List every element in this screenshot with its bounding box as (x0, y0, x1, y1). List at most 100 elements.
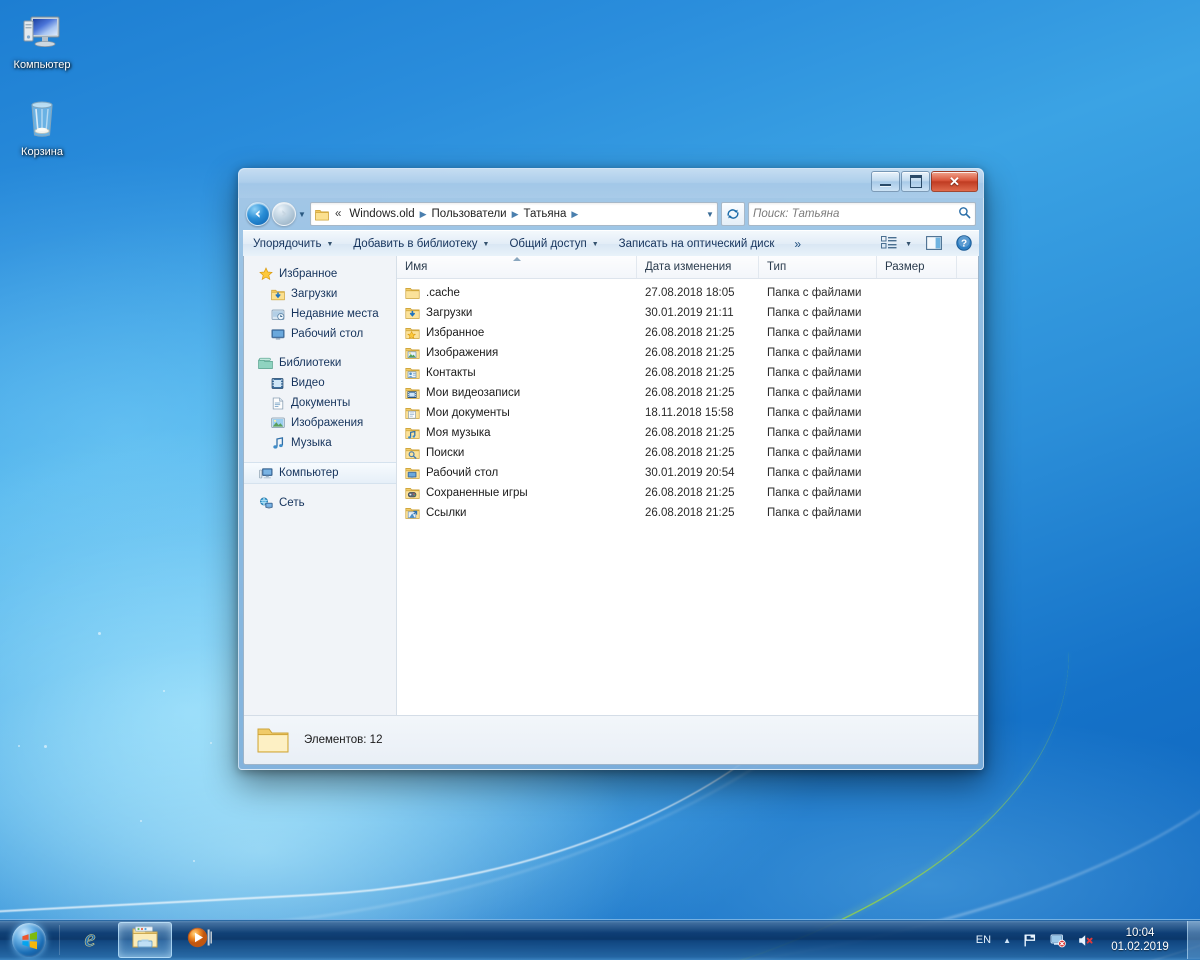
column-header-size[interactable]: Размер (877, 256, 957, 278)
file-name-cell[interactable]: Изображения (397, 346, 637, 360)
nav-group-libraries: Библиотеки Видео Документы Изображения М… (244, 353, 396, 453)
clock[interactable]: 10:04 01.02.2019 (1101, 920, 1179, 960)
sidebar-item-libraries[interactable]: Библиотеки (244, 353, 396, 373)
column-header-name[interactable]: Имя (397, 256, 637, 278)
breadcrumb-separator[interactable]: ▶ (511, 209, 520, 220)
preview-pane-icon (926, 235, 942, 253)
search-box[interactable]: Поиск: Татьяна (748, 202, 976, 226)
file-name-label: Ссылки (426, 507, 467, 519)
table-row[interactable]: .cache 27.08.2018 18:05 Папка с файлами (397, 283, 978, 303)
show-desktop-button[interactable] (1187, 921, 1200, 959)
sidebar-item-videos[interactable]: Видео (244, 373, 396, 393)
sidebar-item-documents[interactable]: Документы (244, 393, 396, 413)
address-bar[interactable]: « Windows.old ▶ Пользователи ▶ Татьяна ▶… (310, 202, 718, 226)
breadcrumb-item-1[interactable]: Пользователи (428, 207, 511, 221)
toolbar-organize-button[interactable]: Упорядочить ▼ (243, 231, 343, 257)
table-row[interactable]: Мои видеозаписи 26.08.2018 21:25 Папка с ф… (397, 383, 978, 403)
wallpaper-sparkle (18, 745, 20, 747)
file-name-cell[interactable]: Поиски (397, 446, 637, 460)
help-button[interactable]: ? (949, 231, 979, 257)
sidebar-item-music[interactable]: Музыка (244, 433, 396, 453)
toolbar-burn-button[interactable]: Записать на оптический диск (609, 231, 785, 257)
taskbar-separator (59, 925, 60, 955)
breadcrumb-item-2[interactable]: Татьяна (520, 207, 571, 221)
address-dropdown-button[interactable]: ▼ (703, 210, 717, 219)
action-center-flag-icon[interactable] (1017, 920, 1044, 960)
taskbar-media-player[interactable] (174, 923, 226, 957)
sidebar-item-network[interactable]: Сеть (244, 493, 396, 513)
taskbar[interactable]: e EN ▲ 10:04 01.02.2019 (0, 919, 1200, 960)
file-name-cell[interactable]: Мои документы (397, 406, 637, 420)
close-button[interactable]: ✕ (931, 171, 978, 192)
table-row[interactable]: Моя музыка 26.08.2018 21:25 Папка с файлам… (397, 423, 978, 443)
file-type-cell: Папка с файлами (767, 467, 862, 479)
table-row[interactable]: Контакты 26.08.2018 21:25 Папка с файлами (397, 363, 978, 383)
forward-button[interactable] (272, 202, 296, 226)
file-name-cell[interactable]: Избранное (397, 326, 637, 340)
chevron-down-icon: ▼ (591, 240, 599, 248)
table-row[interactable]: Избранное 26.08.2018 21:25 Папка с файлами (397, 323, 978, 343)
minimize-button[interactable] (871, 171, 900, 192)
network-status-icon[interactable] (1044, 920, 1072, 960)
file-name-cell[interactable]: Ссылки (397, 506, 637, 520)
table-row[interactable]: Рабочий стол 30.01.2019 20:54 Папка с файл… (397, 463, 978, 483)
table-row[interactable]: Загрузки 30.01.2019 21:11 Папка с файлами (397, 303, 978, 323)
file-name-cell[interactable]: Рабочий стол (397, 466, 637, 480)
maximize-button[interactable] (901, 171, 930, 192)
sidebar-item-computer[interactable]: Компьютер (244, 462, 396, 484)
table-row[interactable]: Сохраненные игры 26.08.2018 21:25 Папка с … (397, 483, 978, 503)
table-row[interactable]: Поиски 26.08.2018 21:25 Папка с файлами (397, 443, 978, 463)
back-button[interactable] (246, 202, 270, 226)
desktop-icon-label: Компьютер (13, 59, 71, 71)
file-date-cell: 30.01.2019 21:11 (645, 307, 734, 319)
breadcrumb-item-0[interactable]: Windows.old (345, 207, 418, 221)
column-header-type[interactable]: Тип (759, 256, 877, 278)
breadcrumb-separator[interactable]: ▶ (570, 209, 579, 220)
sidebar-item-favorites[interactable]: Избранное (244, 264, 396, 284)
navigation-pane[interactable]: Избранное Загрузки Недавние места Рабочи… (244, 256, 397, 715)
file-name-cell[interactable]: Сохраненные игры (397, 486, 637, 500)
refresh-button[interactable] (721, 202, 745, 226)
column-header-filler[interactable] (957, 256, 978, 278)
language-indicator[interactable]: EN (970, 920, 997, 960)
file-type-cell: Папка с файлами (767, 327, 862, 339)
history-dropdown-button[interactable]: ▼ (296, 210, 308, 219)
table-row[interactable]: Изображения 26.08.2018 21:25 Папка с файла… (397, 343, 978, 363)
folder-games-icon (405, 486, 420, 500)
file-type-cell: Папка с файлами (767, 287, 862, 299)
file-name-cell[interactable]: Мои видеозаписи (397, 386, 637, 400)
sidebar-item-pictures[interactable]: Изображения (244, 413, 396, 433)
view-mode-button[interactable]: ▼ (874, 231, 919, 257)
file-name-cell[interactable]: .cache (397, 286, 637, 300)
file-name-cell[interactable]: Загрузки (397, 306, 637, 320)
wallpaper-sparkle (98, 632, 101, 635)
taskbar-explorer[interactable] (118, 922, 172, 958)
svg-text:e: e (85, 926, 96, 952)
breadcrumb-prefix[interactable]: « (331, 207, 345, 221)
documents-icon (270, 396, 285, 411)
file-name-cell[interactable]: Моя музыка (397, 426, 637, 440)
table-row[interactable]: Мои документы 18.11.2018 15:58 Папка с фай… (397, 403, 978, 423)
chevron-down-icon: ▼ (905, 240, 912, 248)
start-button[interactable] (2, 921, 56, 959)
search-input[interactable]: Поиск: Татьяна (753, 208, 958, 220)
toolbar-include-in-library-button[interactable]: Добавить в библиотеку ▼ (343, 231, 499, 257)
toolbar-share-with-button[interactable]: Общий доступ ▼ (499, 231, 608, 257)
search-icon (958, 206, 971, 222)
taskbar-internet-explorer[interactable]: e (64, 923, 116, 957)
desktop-icon-computer[interactable]: Компьютер (0, 8, 84, 72)
file-name-cell[interactable]: Контакты (397, 366, 637, 380)
toolbar-overflow-button[interactable]: » (784, 231, 811, 257)
explorer-window[interactable]: ✕ ▼ « Windows.old ▶ Пользователи ▶ Татья… (238, 168, 984, 770)
column-header-date-modified[interactable]: Дата изменения (637, 256, 759, 278)
desktop-icon-recycle-bin[interactable]: Корзина (0, 95, 84, 159)
show-hidden-icons-button[interactable]: ▲ (997, 920, 1017, 960)
preview-pane-button[interactable] (919, 231, 949, 257)
sidebar-item-recent-places[interactable]: Недавние места (244, 304, 396, 324)
title-bar[interactable]: ✕ (238, 168, 984, 198)
table-row[interactable]: Ссылки 26.08.2018 21:25 Папка с файлами (397, 503, 978, 523)
sidebar-item-desktop[interactable]: Рабочий стол (244, 324, 396, 344)
breadcrumb-separator[interactable]: ▶ (419, 209, 428, 220)
volume-muted-icon[interactable] (1072, 920, 1101, 960)
sidebar-item-downloads[interactable]: Загрузки (244, 284, 396, 304)
